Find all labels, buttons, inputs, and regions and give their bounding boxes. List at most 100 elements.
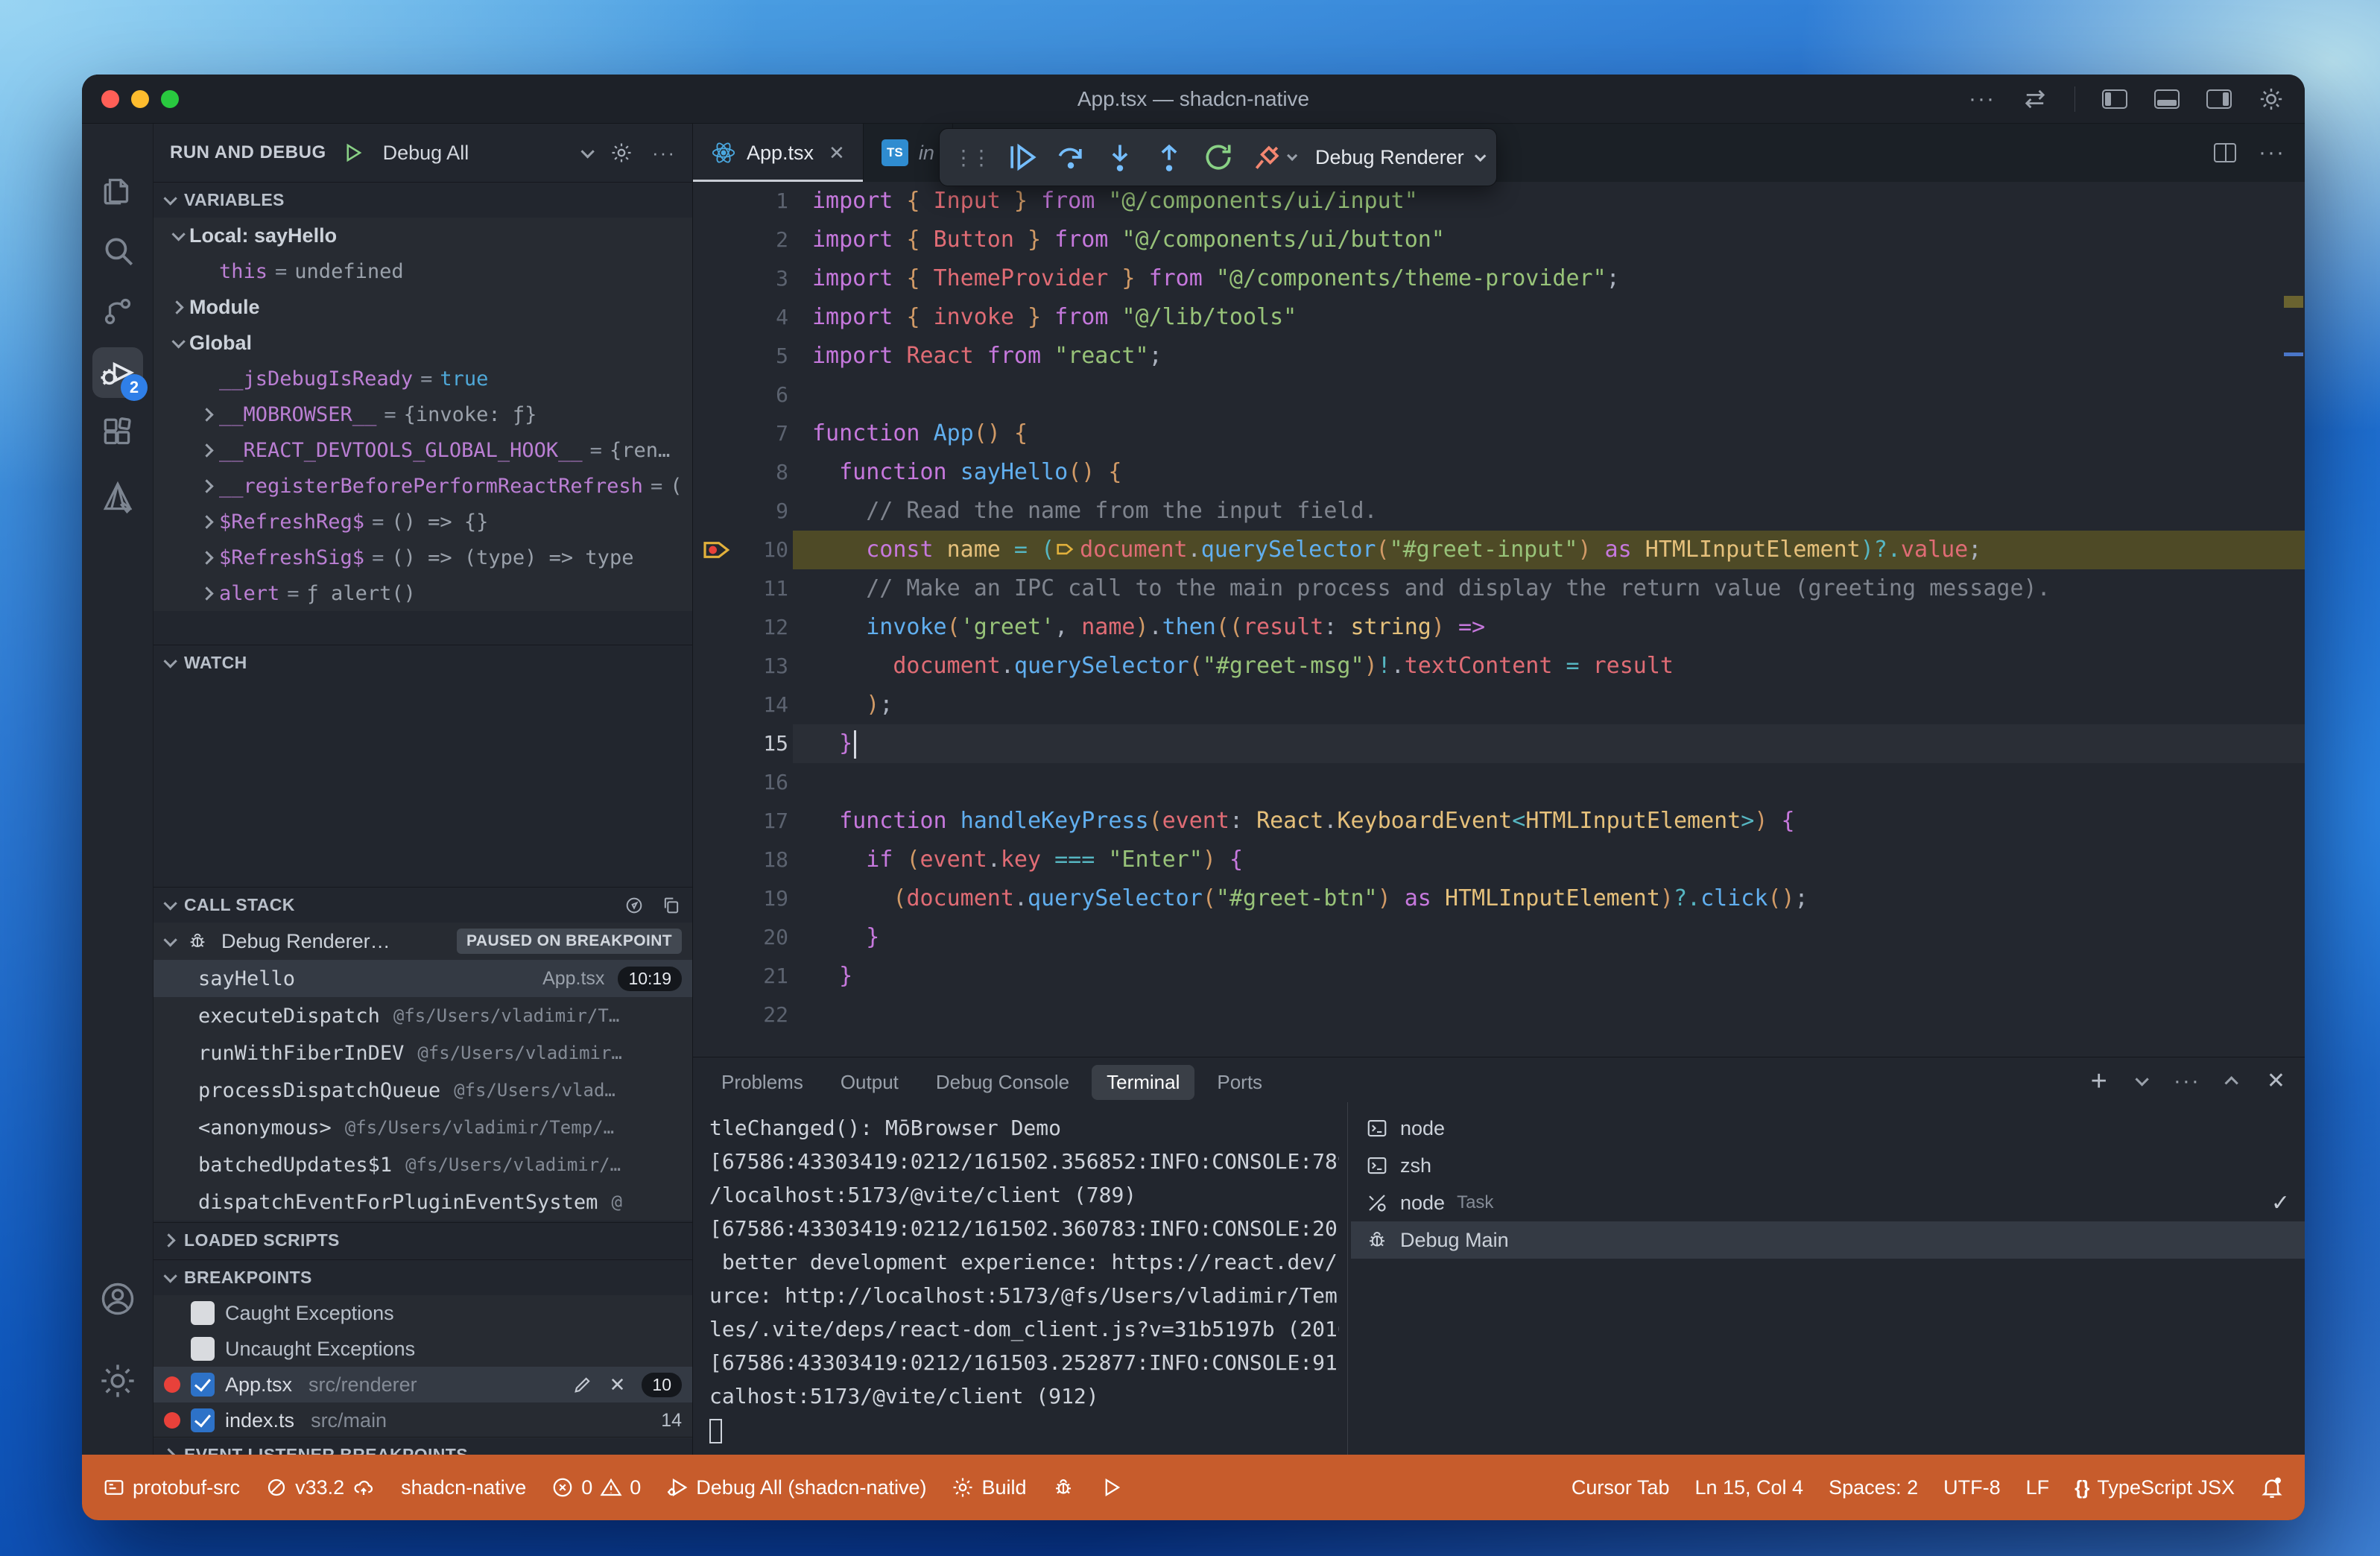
step-into-icon[interactable] bbox=[1104, 141, 1136, 174]
stack-frame-row[interactable]: processDispatchQueue@fs/Users/vlad… bbox=[154, 1072, 692, 1109]
stack-frame-row[interactable]: batchedUpdates$1@fs/Users/vladimir/… bbox=[154, 1146, 692, 1183]
editor-more-actions-icon[interactable]: ··· bbox=[2259, 140, 2285, 165]
stack-frame-row[interactable]: sayHelloApp.tsx10:19 bbox=[154, 960, 692, 997]
twisty-icon[interactable] bbox=[194, 553, 219, 563]
breakpoint-gutter[interactable] bbox=[693, 647, 741, 686]
status-item[interactable]: Cursor Tab bbox=[1572, 1476, 1670, 1499]
breakpoints-section-header[interactable]: BREAKPOINTS bbox=[154, 1259, 692, 1295]
twisty-icon[interactable] bbox=[164, 303, 189, 312]
config-chevron-down-icon[interactable] bbox=[580, 145, 594, 158]
panel-tab-ports[interactable]: Ports bbox=[1202, 1065, 1277, 1100]
copy-call-stack-icon[interactable] bbox=[661, 895, 682, 916]
breakpoint-gutter[interactable] bbox=[693, 414, 741, 453]
variable-row[interactable]: $RefreshSig$=() => (type) => type bbox=[154, 540, 692, 575]
twisty-icon[interactable] bbox=[164, 338, 189, 348]
breakpoint-gutter[interactable] bbox=[693, 259, 741, 298]
status-item[interactable]: Spaces: 2 bbox=[1829, 1476, 1918, 1499]
toolbar-drag-handle[interactable]: ⋮⋮ bbox=[953, 145, 989, 170]
status-item[interactable]: v33.2 bbox=[265, 1476, 376, 1499]
status-item[interactable]: Debug All (shadcn-native) bbox=[666, 1476, 926, 1499]
twisty-icon[interactable] bbox=[194, 446, 219, 455]
breakpoint-gutter[interactable] bbox=[693, 221, 741, 259]
event-listener-breakpoints-section-header[interactable]: EVENT LISTENER BREAKPOINTS bbox=[154, 1437, 692, 1455]
stack-frame-row[interactable]: runWithFiberInDEV@fs/Users/vladimir… bbox=[154, 1034, 692, 1072]
new-terminal-icon[interactable]: + bbox=[2091, 1070, 2107, 1092]
start-debug-icon[interactable] bbox=[341, 142, 364, 164]
search-icon[interactable] bbox=[92, 225, 143, 276]
breakpoint-gutter[interactable] bbox=[693, 918, 741, 957]
terminal-output[interactable]: tleChanged(): MōBrowser Demo[67586:43303… bbox=[709, 1111, 1339, 1449]
edit-breakpoint-icon[interactable] bbox=[572, 1374, 593, 1395]
call-stack-section-header[interactable]: CALL STACK bbox=[154, 887, 692, 923]
terminal-list-item[interactable]: zsh bbox=[1351, 1147, 2305, 1184]
code-line[interactable]: 15 } bbox=[693, 724, 2305, 763]
breakpoint-gutter[interactable] bbox=[693, 492, 741, 531]
status-item[interactable] bbox=[1052, 1476, 1075, 1499]
code-line[interactable]: 12 invoke('greet', name).then((result: s… bbox=[693, 608, 2305, 647]
checkbox[interactable] bbox=[191, 1408, 215, 1432]
code-line[interactable]: 2import { Button } from "@/components/ui… bbox=[693, 221, 2305, 259]
code-line[interactable]: 9 // Read the name from the input field. bbox=[693, 492, 2305, 531]
code-line[interactable]: 21 } bbox=[693, 957, 2305, 996]
breakpoint-gutter[interactable] bbox=[693, 802, 741, 841]
tab-app-tsx[interactable]: App.tsx ✕ bbox=[693, 124, 864, 182]
breakpoint-gutter[interactable] bbox=[693, 996, 741, 1034]
code-line[interactable]: 11 // Make an IPC call to the main proce… bbox=[693, 569, 2305, 608]
twisty-icon[interactable] bbox=[194, 481, 219, 491]
code-line[interactable]: 17 function handleKeyPress(event: React.… bbox=[693, 802, 2305, 841]
stack-frame-row[interactable]: executeDispatch@fs/Users/vladimir/T… bbox=[154, 997, 692, 1034]
variable-row[interactable]: alert=ƒ alert() bbox=[154, 575, 692, 611]
checkbox[interactable] bbox=[191, 1373, 215, 1397]
code-line[interactable]: 6 bbox=[693, 376, 2305, 414]
breakpoint-gutter[interactable] bbox=[693, 763, 741, 802]
panel-tab-terminal[interactable]: Terminal bbox=[1092, 1065, 1194, 1100]
views-more-icon[interactable]: ··· bbox=[652, 142, 676, 165]
status-item[interactable] bbox=[2260, 1476, 2284, 1499]
debug-session-dropdown[interactable]: Debug Renderer bbox=[1311, 146, 1483, 169]
run-and-debug-icon[interactable]: 2 bbox=[92, 347, 143, 398]
toggle-sidebar-icon[interactable] bbox=[2102, 89, 2127, 109]
debug-session-row[interactable]: Debug Renderer… PAUSED ON BREAKPOINT bbox=[154, 923, 692, 960]
panel-tab-output[interactable]: Output bbox=[826, 1065, 914, 1100]
variables-section-header[interactable]: VARIABLES bbox=[154, 182, 692, 218]
code-line[interactable]: 16 bbox=[693, 763, 2305, 802]
code-line[interactable]: 19 (document.querySelector("#greet-btn")… bbox=[693, 879, 2305, 918]
accounts-icon[interactable] bbox=[92, 1274, 143, 1324]
variable-row[interactable]: Local: sayHello bbox=[154, 218, 692, 253]
code-line[interactable]: 5import React from "react"; bbox=[693, 337, 2305, 376]
source-control-icon[interactable] bbox=[92, 286, 143, 337]
explorer-icon[interactable] bbox=[92, 164, 143, 215]
twisty-icon[interactable] bbox=[194, 517, 219, 527]
restart-frame-icon[interactable] bbox=[624, 895, 645, 916]
breakpoint-gutter[interactable] bbox=[693, 376, 741, 414]
breakpoint-row[interactable]: App.tsxsrc/renderer✕10 bbox=[154, 1367, 692, 1402]
panel-tab-debug-console[interactable]: Debug Console bbox=[921, 1065, 1084, 1100]
status-item[interactable]: Build bbox=[952, 1476, 1026, 1499]
variable-row[interactable]: __registerBeforePerformReactRefresh=( bbox=[154, 468, 692, 504]
status-item[interactable]: UTF-8 bbox=[1943, 1476, 2001, 1499]
remove-breakpoint-icon[interactable]: ✕ bbox=[610, 1373, 626, 1397]
extensions-icon[interactable] bbox=[92, 408, 143, 459]
close-tab-icon[interactable]: ✕ bbox=[829, 142, 845, 165]
manage-gear-icon[interactable] bbox=[92, 1356, 143, 1406]
breakpoint-gutter[interactable] bbox=[693, 879, 741, 918]
terminal-list-item[interactable]: node bbox=[1351, 1110, 2305, 1147]
variable-row[interactable]: Global bbox=[154, 325, 692, 361]
code-line[interactable]: 18 if (event.key === "Enter") { bbox=[693, 841, 2305, 879]
twisty-icon[interactable] bbox=[194, 589, 219, 598]
more-actions-icon[interactable]: ··· bbox=[1969, 86, 1996, 112]
paused-breakpoint-icon[interactable] bbox=[693, 531, 741, 569]
breakpoint-gutter[interactable] bbox=[693, 453, 741, 492]
terminal-list-item[interactable]: Debug Main bbox=[1351, 1221, 2305, 1259]
maximize-panel-icon[interactable] bbox=[2224, 1076, 2238, 1089]
continue-icon[interactable] bbox=[1005, 141, 1038, 174]
customize-layout-swap-icon[interactable] bbox=[2022, 89, 2048, 110]
disconnect-chevron-icon[interactable] bbox=[1287, 151, 1297, 161]
code-line[interactable]: 22 bbox=[693, 996, 2305, 1034]
variable-row[interactable]: __jsDebugIsReady=true bbox=[154, 361, 692, 396]
checkbox[interactable] bbox=[191, 1301, 215, 1325]
step-out-icon[interactable] bbox=[1153, 141, 1186, 174]
test-tools-icon[interactable] bbox=[92, 472, 143, 523]
breakpoint-gutter[interactable] bbox=[693, 841, 741, 879]
loaded-scripts-section-header[interactable]: LOADED SCRIPTS bbox=[154, 1222, 692, 1258]
